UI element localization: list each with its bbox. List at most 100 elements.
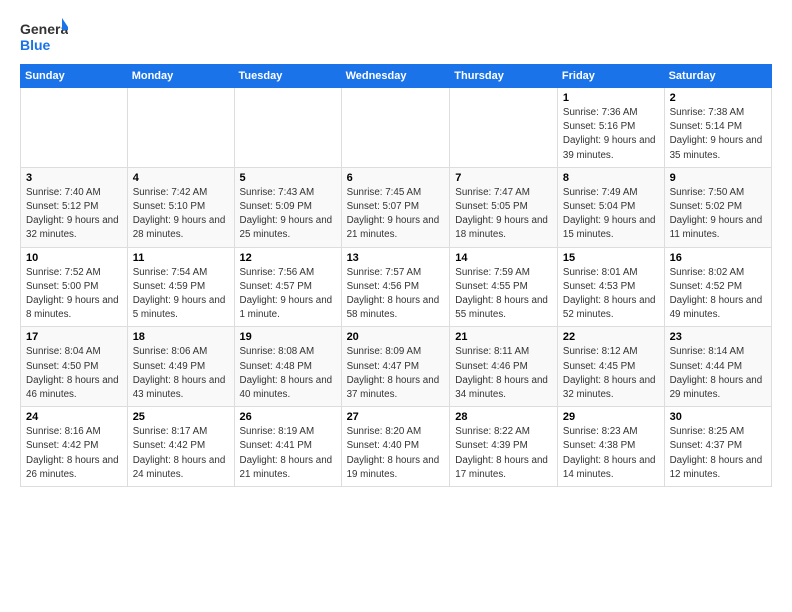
day-info: Sunrise: 8:22 AM Sunset: 4:39 PM Dayligh… [455,425,552,482]
calendar-cell: 15Sunrise: 8:01 AM Sunset: 4:53 PM Dayli… [557,247,664,327]
day-number: 6 [347,172,445,184]
calendar-cell: 1 Sunrise: 7:36 AM Sunset: 5:16 PM Daylig… [557,88,664,168]
day-number: 26 [240,411,336,423]
day-number: 9 [670,172,766,184]
day-info: Sunrise: 7:49 AM Sunset: 5:04 PM Dayligh… [563,186,659,243]
calendar-cell: 17Sunrise: 8:04 AM Sunset: 4:50 PM Dayli… [21,327,128,407]
day-info: Sunrise: 7:36 AM Sunset: 5:16 PM Dayligh… [563,106,659,163]
weekday-header-saturday: Saturday [664,65,771,88]
calendar-cell: 24 Sunrise: 8:16 AM Sunset: 4:42 PM Dayli… [21,407,128,487]
calendar-cell: 19 Sunrise: 8:08 AM Sunset: 4:48 PM Dayli… [234,327,341,407]
weekday-header-friday: Friday [557,65,664,88]
day-info: Sunrise: 8:09 AM Sunset: 4:47 PM Dayligh… [347,345,445,402]
day-info: Sunrise: 8:19 AM Sunset: 4:41 PM Dayligh… [240,425,336,482]
day-number: 25 [133,411,229,423]
day-number: 15 [563,252,659,264]
day-number: 28 [455,411,552,423]
calendar-cell: 5 Sunrise: 7:43 AM Sunset: 5:09 PM Daylig… [234,167,341,247]
day-number: 12 [240,252,336,264]
day-info: Sunrise: 7:43 AM Sunset: 5:09 PM Dayligh… [240,186,336,243]
day-number: 2 [670,92,766,104]
calendar-week-5: 24 Sunrise: 8:16 AM Sunset: 4:42 PM Dayli… [21,407,772,487]
day-info: Sunrise: 8:17 AM Sunset: 4:42 PM Dayligh… [133,425,229,482]
day-number: 18 [133,331,229,343]
day-info: Sunrise: 8:20 AM Sunset: 4:40 PM Dayligh… [347,425,445,482]
day-info: Sunrise: 8:12 AM Sunset: 4:45 PM Dayligh… [563,345,659,402]
day-info: Sunrise: 8:16 AM Sunset: 4:42 PM Dayligh… [26,425,122,482]
weekday-header-sunday: Sunday [21,65,128,88]
day-number: 3 [26,172,122,184]
calendar-cell: 25 Sunrise: 8:17 AM Sunset: 4:42 PM Dayli… [127,407,234,487]
day-info: Sunrise: 8:14 AM Sunset: 4:44 PM Dayligh… [670,345,766,402]
page-header: GeneralBlue [20,16,772,56]
calendar-week-2: 3 Sunrise: 7:40 AM Sunset: 5:12 PM Daylig… [21,167,772,247]
calendar-cell: 20 Sunrise: 8:09 AM Sunset: 4:47 PM Dayli… [341,327,450,407]
day-info: Sunrise: 7:57 AM Sunset: 4:56 PM Dayligh… [347,266,445,323]
day-number: 14 [455,252,552,264]
calendar-cell [127,88,234,168]
day-number: 5 [240,172,336,184]
calendar-cell: 23 Sunrise: 8:14 AM Sunset: 4:44 PM Dayli… [664,327,771,407]
weekday-header-monday: Monday [127,65,234,88]
day-info: Sunrise: 7:42 AM Sunset: 5:10 PM Dayligh… [133,186,229,243]
calendar-cell: 21 Sunrise: 8:11 AM Sunset: 4:46 PM Dayli… [450,327,558,407]
day-number: 27 [347,411,445,423]
calendar-cell: 14 Sunrise: 7:59 AM Sunset: 4:55 PM Dayli… [450,247,558,327]
calendar-cell: 8 Sunrise: 7:49 AM Sunset: 5:04 PM Daylig… [557,167,664,247]
calendar-cell [21,88,128,168]
svg-text:General: General [20,21,68,37]
day-number: 24 [26,411,122,423]
calendar-cell: 28 Sunrise: 8:22 AM Sunset: 4:39 PM Dayli… [450,407,558,487]
day-info: Sunrise: 8:23 AM Sunset: 4:38 PM Dayligh… [563,425,659,482]
calendar-cell: 16Sunrise: 8:02 AM Sunset: 4:52 PM Dayli… [664,247,771,327]
day-info: Sunrise: 7:50 AM Sunset: 5:02 PM Dayligh… [670,186,766,243]
day-info: Sunrise: 7:54 AM Sunset: 4:59 PM Dayligh… [133,266,229,323]
calendar-week-3: 10 Sunrise: 7:52 AM Sunset: 5:00 PM Dayli… [21,247,772,327]
day-number: 19 [240,331,336,343]
day-info: Sunrise: 8:08 AM Sunset: 4:48 PM Dayligh… [240,345,336,402]
logo-svg: GeneralBlue [20,16,68,56]
day-number: 8 [563,172,659,184]
day-number: 20 [347,331,445,343]
day-info: Sunrise: 7:40 AM Sunset: 5:12 PM Dayligh… [26,186,122,243]
day-number: 10 [26,252,122,264]
calendar-cell: 22 Sunrise: 8:12 AM Sunset: 4:45 PM Dayli… [557,327,664,407]
day-info: Sunrise: 8:04 AM Sunset: 4:50 PM Dayligh… [26,345,122,402]
day-info: Sunrise: 8:25 AM Sunset: 4:37 PM Dayligh… [670,425,766,482]
calendar-cell: 7 Sunrise: 7:47 AM Sunset: 5:05 PM Daylig… [450,167,558,247]
calendar-cell: 4 Sunrise: 7:42 AM Sunset: 5:10 PM Daylig… [127,167,234,247]
day-info: Sunrise: 7:59 AM Sunset: 4:55 PM Dayligh… [455,266,552,323]
day-number: 16 [670,252,766,264]
calendar-cell [341,88,450,168]
calendar-cell: 6Sunrise: 7:45 AM Sunset: 5:07 PM Daylig… [341,167,450,247]
day-info: Sunrise: 7:52 AM Sunset: 5:00 PM Dayligh… [26,266,122,323]
calendar-cell: 30 Sunrise: 8:25 AM Sunset: 4:37 PM Dayli… [664,407,771,487]
day-number: 7 [455,172,552,184]
day-number: 13 [347,252,445,264]
day-info: Sunrise: 7:56 AM Sunset: 4:57 PM Dayligh… [240,266,336,323]
day-info: Sunrise: 8:06 AM Sunset: 4:49 PM Dayligh… [133,345,229,402]
calendar-table: SundayMondayTuesdayWednesdayThursdayFrid… [20,64,772,487]
calendar-cell: 2Sunrise: 7:38 AM Sunset: 5:14 PM Daylig… [664,88,771,168]
calendar-cell: 26 Sunrise: 8:19 AM Sunset: 4:41 PM Dayli… [234,407,341,487]
day-number: 29 [563,411,659,423]
calendar-cell: 12 Sunrise: 7:56 AM Sunset: 4:57 PM Dayli… [234,247,341,327]
day-number: 1 [563,92,659,104]
day-info: Sunrise: 7:47 AM Sunset: 5:05 PM Dayligh… [455,186,552,243]
day-number: 21 [455,331,552,343]
day-number: 11 [133,252,229,264]
day-number: 4 [133,172,229,184]
calendar-cell: 18 Sunrise: 8:06 AM Sunset: 4:49 PM Dayli… [127,327,234,407]
day-number: 22 [563,331,659,343]
calendar-week-4: 17Sunrise: 8:04 AM Sunset: 4:50 PM Dayli… [21,327,772,407]
calendar-cell: 10 Sunrise: 7:52 AM Sunset: 5:00 PM Dayli… [21,247,128,327]
calendar-cell [234,88,341,168]
calendar-cell: 29 Sunrise: 8:23 AM Sunset: 4:38 PM Dayli… [557,407,664,487]
day-number: 30 [670,411,766,423]
calendar-cell: 3 Sunrise: 7:40 AM Sunset: 5:12 PM Daylig… [21,167,128,247]
calendar-header-row: SundayMondayTuesdayWednesdayThursdayFrid… [21,65,772,88]
svg-text:Blue: Blue [20,37,51,53]
day-info: Sunrise: 8:11 AM Sunset: 4:46 PM Dayligh… [455,345,552,402]
weekday-header-tuesday: Tuesday [234,65,341,88]
day-number: 23 [670,331,766,343]
